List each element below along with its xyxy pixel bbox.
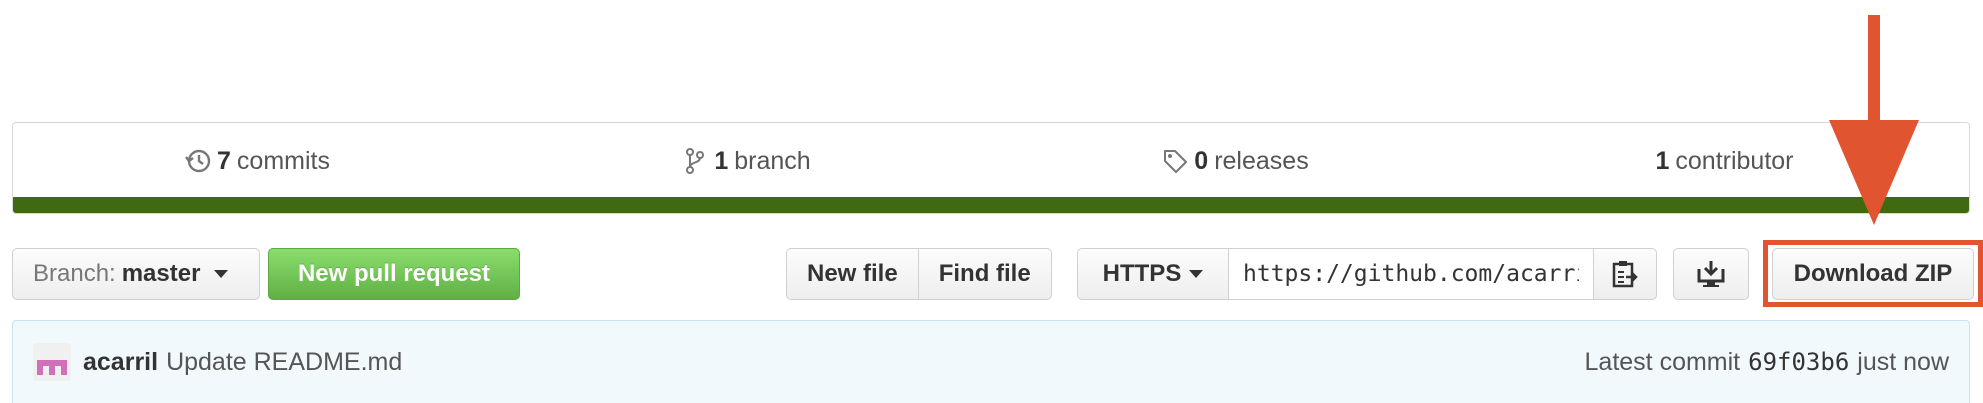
latest-commit-bar: acarril Update README.md Latest commit 6… — [12, 320, 1970, 403]
branch-name: master — [121, 260, 201, 287]
avatar[interactable] — [33, 343, 71, 381]
clone-url-group: HTTPS — [1077, 248, 1657, 300]
desktop-download-icon — [1697, 261, 1725, 287]
contributors-label: contributor — [1675, 146, 1794, 175]
clone-protocol-button[interactable]: HTTPS — [1077, 248, 1229, 300]
commit-meta: Latest commit 69f03b6 just now — [1585, 348, 1949, 377]
releases-link[interactable]: 0 releases — [991, 147, 1480, 176]
language-bar[interactable] — [13, 197, 1969, 213]
annotation-arrow-icon — [1829, 15, 1919, 225]
open-in-desktop-button[interactable] — [1673, 248, 1749, 300]
commits-label: commits — [236, 146, 330, 175]
new-file-button[interactable]: New file — [786, 248, 919, 300]
clone-protocol-label: HTTPS — [1102, 260, 1182, 287]
copy-to-clipboard-button[interactable] — [1593, 248, 1657, 300]
commit-message-link[interactable]: Update README.md — [166, 348, 402, 377]
releases-count: 0 — [1194, 146, 1209, 175]
commit-time: just now — [1857, 347, 1949, 376]
caret-down-icon — [214, 270, 229, 278]
file-actions-group: New file Find file — [786, 248, 1052, 300]
branches-count: 1 — [714, 146, 729, 175]
summary-row: 7 commits 1 branch 0 releases 1 contribu… — [13, 123, 1969, 199]
latest-commit-label: Latest commit — [1584, 347, 1741, 376]
new-pull-request-button[interactable]: New pull request — [268, 248, 520, 300]
repo-summary: 7 commits 1 branch 0 releases 1 contribu… — [12, 122, 1970, 214]
releases-label: releases — [1214, 146, 1309, 175]
commits-count: 7 — [217, 146, 231, 175]
commit-author-link[interactable]: acarril — [83, 348, 158, 377]
branches-label: branch — [734, 146, 811, 175]
commits-link[interactable]: 7 commits — [13, 147, 502, 176]
git-branch-icon — [686, 148, 705, 174]
branch-selector-button[interactable]: Branch: master — [12, 248, 260, 300]
clone-url-input[interactable] — [1229, 248, 1593, 300]
branch-prefix: Branch: — [33, 260, 116, 287]
contributors-count: 1 — [1655, 146, 1670, 175]
commit-sha-link[interactable]: 69f03b6 — [1748, 348, 1849, 376]
caret-down-icon — [1189, 270, 1204, 278]
tag-icon — [1164, 150, 1188, 173]
find-file-button[interactable]: Find file — [918, 248, 1052, 300]
clipboard-icon — [1612, 261, 1638, 288]
download-zip-button[interactable]: Download ZIP — [1772, 248, 1974, 300]
history-icon — [185, 149, 211, 173]
branches-link[interactable]: 1 branch — [502, 147, 991, 176]
